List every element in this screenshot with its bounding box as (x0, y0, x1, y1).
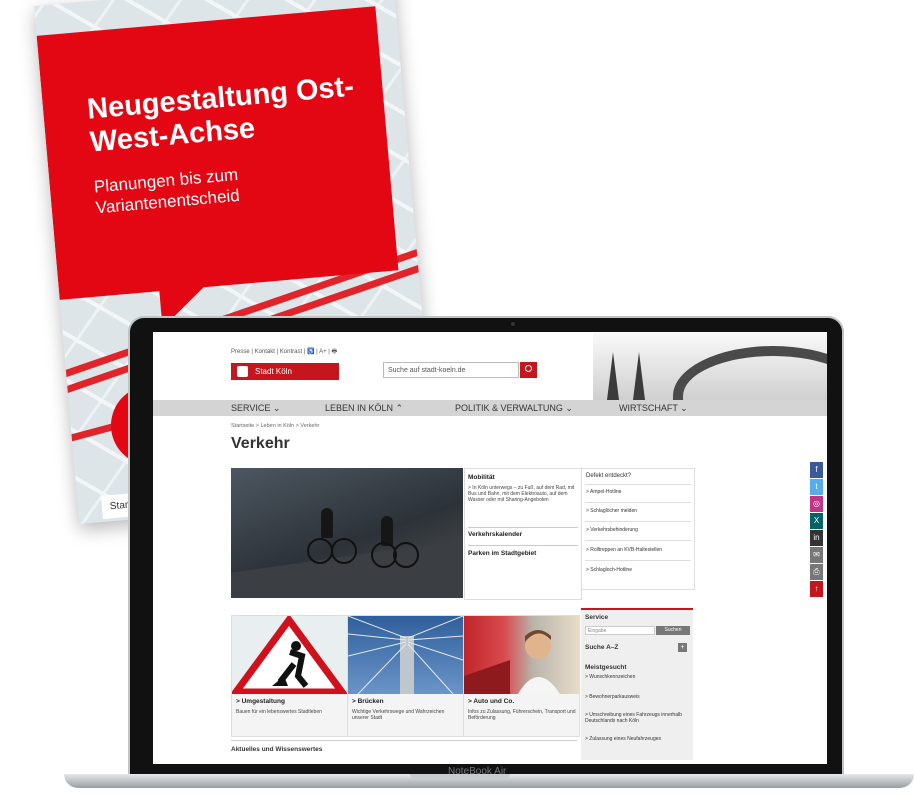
nav-item-service[interactable]: SERVICE ⌄ (231, 403, 280, 414)
construction-sign-image (229, 614, 349, 696)
laptop-model-label: NoteBook Air (448, 766, 507, 777)
link-bewohnerparkausweis[interactable]: > Bewohnerparkausweis (585, 694, 689, 700)
bicycle-wheel (307, 538, 333, 564)
main-navigation: SERVICE ⌄ LEBEN IN KÖLN ⌃ POLITIK & VERW… (153, 400, 827, 416)
link-mobilitaet[interactable]: Mobilität (468, 474, 495, 481)
tile-text: Infos zu Zulassung, Führerschein, Transp… (468, 709, 576, 721)
breadcrumb[interactable]: Startseite > Leben in Köln > Verkehr (231, 423, 319, 429)
tile-title: > Brücken (352, 698, 384, 705)
divider (585, 502, 691, 503)
service-heading: Service (585, 614, 609, 621)
news-heading: Aktuelles und Wissenswertes (231, 746, 323, 753)
bridge-cables-image (347, 615, 464, 695)
service-search-button[interactable]: Suchen (656, 626, 690, 635)
bicycle-wheel (393, 542, 419, 568)
tile-title: > Umgestaltung (236, 698, 285, 705)
social-bar: f t ◎ X in ✉ ⎙ ↑ (810, 462, 823, 598)
link-parken[interactable]: Parken im Stadtgebiet (468, 550, 536, 557)
divider (585, 560, 691, 561)
top-links[interactable]: Presse | Kontakt | Kontrast | ♿ | A+ | 🖶 (231, 347, 337, 357)
expand-plus-icon[interactable]: + (678, 643, 687, 652)
xing-icon[interactable]: X (810, 513, 823, 529)
cathedral-spire (633, 352, 645, 400)
header-banner-image (593, 332, 827, 400)
camera-icon (511, 322, 515, 326)
print-icon[interactable]: ⎙ (810, 564, 823, 580)
city-crest-icon (237, 366, 248, 377)
linkedin-icon[interactable]: in (810, 530, 823, 546)
defect-box-title: Defekt entdeckt? (586, 473, 632, 479)
nav-item-leben-in-koeln[interactable]: LEBEN IN KÖLN ⌃ (325, 403, 403, 414)
hero-image-cyclists (231, 468, 463, 598)
logo-text: Stadt Köln (255, 367, 292, 376)
link-ampel-hotline[interactable]: > Ampel-Hotline (586, 489, 621, 495)
link-verkehrskalender[interactable]: Verkehrskalender (468, 531, 522, 538)
tile-text: Bauen für ein lebenswertes Stadtleben (236, 709, 322, 715)
mail-icon[interactable]: ✉ (810, 547, 823, 563)
az-search-link[interactable]: Suche A–Z (585, 644, 618, 651)
car-driver-image (464, 616, 579, 694)
cathedral-spire (607, 352, 619, 400)
tile-umgestaltung[interactable]: > Umgestaltung Bauen für ein lebenswerte… (229, 614, 349, 737)
link-schlagloch-hotline[interactable]: > Schlagloch-Hotline (586, 567, 632, 573)
search-button[interactable] (520, 362, 537, 378)
feature-teaser: Mobilität > In Köln unterwegs – zu Fuß, … (464, 468, 582, 600)
link-umschreibung[interactable]: > Umschreibung eines Fahrzeugs innerhalb… (585, 712, 689, 724)
divider (468, 545, 578, 546)
page-title: Verkehr (231, 435, 290, 452)
service-search-input[interactable]: Eingabe (585, 626, 655, 635)
twitter-icon[interactable]: t (810, 479, 823, 495)
tile-title: > Auto und Co. (468, 698, 515, 705)
mobilitaet-text: > In Köln unterwegs – zu Fuß, auf dem Ra… (468, 485, 575, 503)
divider (585, 521, 691, 522)
link-rolltreppen[interactable]: > Rolltreppen an KVB-Haltestellen (586, 547, 662, 553)
tile-auto[interactable]: > Auto und Co. Infos zu Zulassung, Führe… (463, 615, 580, 737)
divider (585, 484, 691, 485)
link-zulassung-neufahrzeug[interactable]: > Zulassung eines Neufahrzeuges (585, 736, 689, 742)
news-section: Aktuelles und Wissenswertes (231, 740, 577, 763)
stadt-koeln-logo[interactable]: Stadt Köln (231, 363, 339, 380)
scroll-up-icon[interactable]: ↑ (810, 581, 823, 597)
nav-item-politik-verwaltung[interactable]: POLITIK & VERWALTUNG ⌄ (455, 403, 573, 414)
cyclist (321, 508, 333, 538)
service-box: Service Eingabe Suchen Suche A–Z + Meist… (581, 608, 693, 760)
tile-text: Wichtige Verkehrswege und Wahrzeichen un… (352, 709, 445, 721)
popular-heading: Meistgesucht (585, 664, 627, 671)
nav-item-wirtschaft[interactable]: WIRTSCHAFT ⌄ (619, 403, 688, 414)
defect-report-box: Defekt entdeckt? > Ampel-Hotline > Schla… (581, 468, 695, 590)
facebook-icon[interactable]: f (810, 462, 823, 478)
link-verkehrsbehinderung[interactable]: > Verkehrsbehinderung (586, 527, 638, 533)
instagram-icon[interactable]: ◎ (810, 496, 823, 512)
divider (585, 540, 691, 541)
bridge-arch (673, 346, 827, 400)
search-input[interactable]: Suche auf stadt-koeln.de (383, 362, 519, 378)
browser-screen: Presse | Kontakt | Kontrast | ♿ | A+ | 🖶… (153, 332, 827, 764)
divider (468, 527, 578, 528)
tile-bruecken[interactable]: > Brücken Wichtige Verkehrswege und Wahr… (347, 615, 464, 737)
bicycle-wheel (331, 538, 357, 564)
link-wunschkennzeichen[interactable]: > Wunschkennzeichen (585, 674, 689, 680)
link-schlagloecher[interactable]: > Schlaglöcher melden (586, 508, 637, 514)
